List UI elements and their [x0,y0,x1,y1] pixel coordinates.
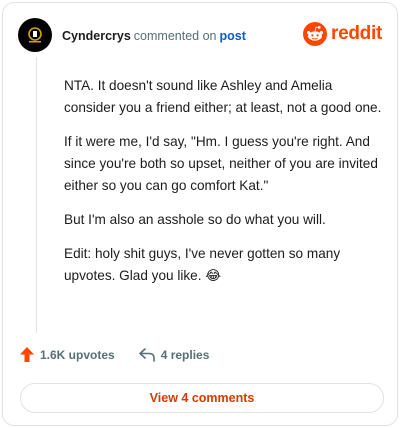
comment-header: Cyndercrys commented on post reddit [18,18,382,54]
reddit-logo[interactable]: reddit [303,22,382,46]
reply-count: 4 replies [160,347,210,362]
comment-card: Cyndercrys commented on post reddit NTA. I… [2,2,398,426]
reply-arrow-icon [138,347,155,362]
reddit-snoo-icon [303,22,328,46]
post-link[interactable]: post [219,29,245,43]
username[interactable]: Cyndercrys [62,29,131,43]
comment-body: NTA. It doesn't sound like Ashley and Am… [64,75,384,299]
comment-actions: 1.6K upvotes 4 replies [20,347,209,362]
reddit-wordmark: reddit [331,23,382,44]
comment-paragraph: If it were me, I'd say, "Hm. I guess you… [64,134,378,193]
upvote-count: 1.6K upvotes [40,347,115,362]
upvote-button[interactable]: 1.6K upvotes [20,347,115,362]
author-line: Cyndercrys commented on post [62,29,246,43]
avatar[interactable] [18,18,52,52]
replies-button[interactable]: 4 replies [138,347,210,362]
commented-on-text: commented on [133,29,217,43]
thread-line [36,57,37,333]
comment-paragraph: But I'm also an asshole so do what you w… [64,212,326,227]
comment-paragraph: NTA. It doesn't sound like Ashley and Am… [64,78,382,115]
view-comments-button[interactable]: View 4 comments [20,383,384,413]
upvote-arrow-icon [20,347,34,362]
comment-paragraph: Edit: holy shit guys, I've never gotten … [64,246,341,283]
avatar-logo-icon [28,27,42,43]
